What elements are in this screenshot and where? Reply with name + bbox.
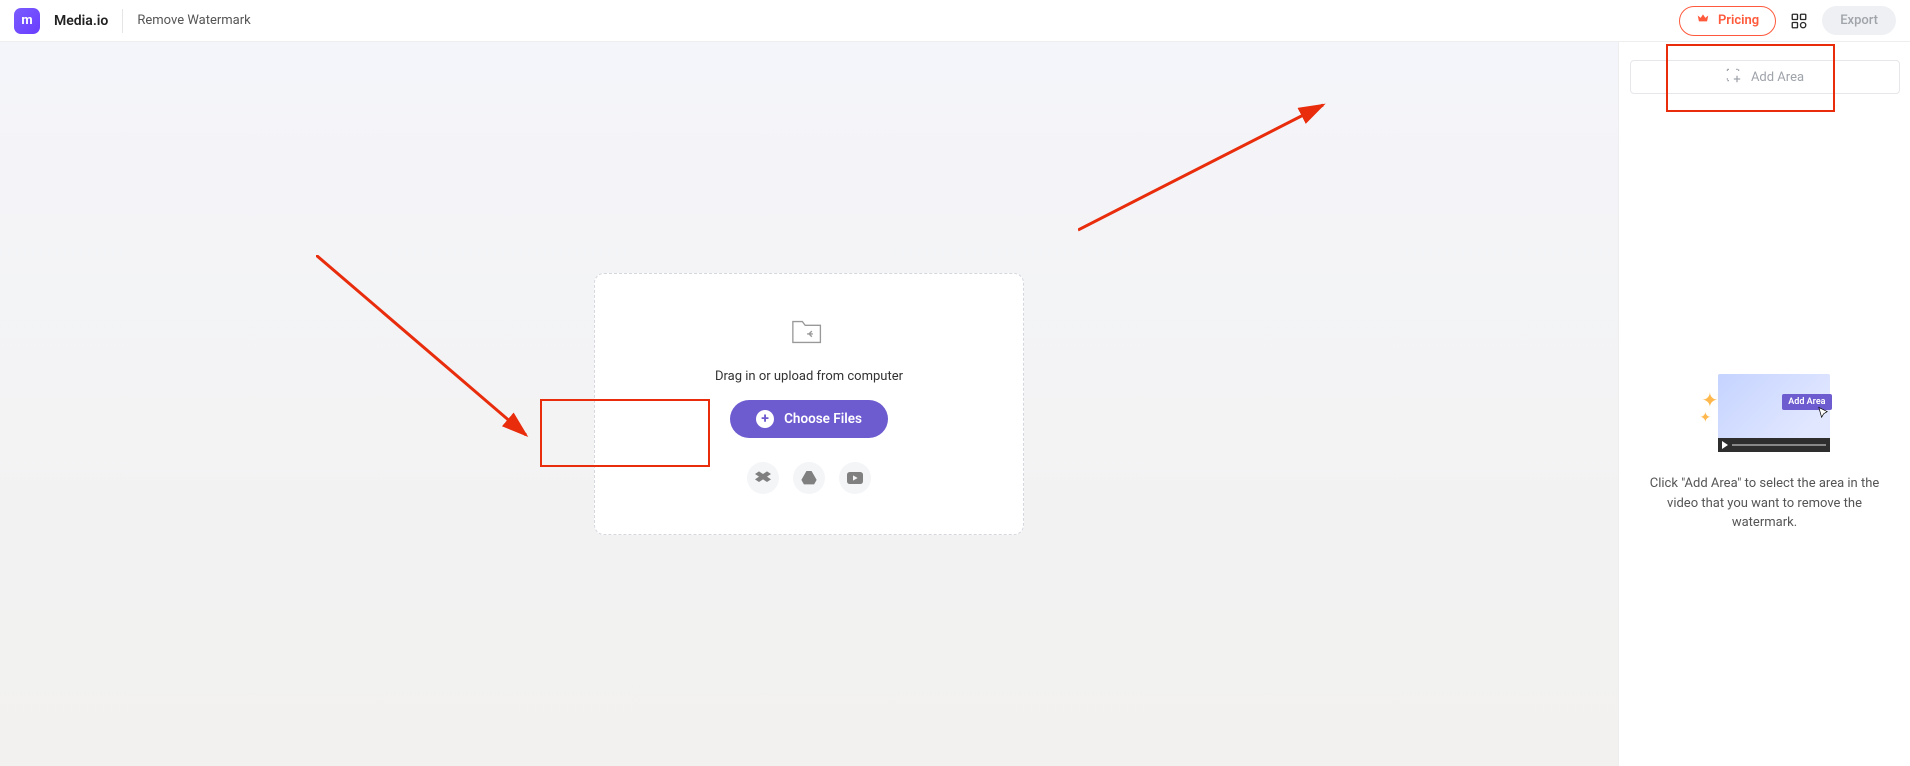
cloud-sources-row [747, 462, 871, 494]
cursor-icon [1816, 406, 1830, 423]
dropbox-icon[interactable] [747, 462, 779, 494]
upload-dropzone[interactable]: Drag in or upload from computer + Choose… [594, 273, 1024, 535]
body-container: Drag in or upload from computer + Choose… [0, 42, 1910, 766]
header-left: m Media.io Remove Watermark [14, 8, 251, 34]
pricing-label: Pricing [1718, 13, 1759, 28]
folder-upload-icon [790, 315, 828, 353]
apps-grid-icon[interactable] [1788, 10, 1810, 32]
app-header: m Media.io Remove Watermark Pricing Expo… [0, 0, 1910, 42]
plus-circle-icon: + [756, 410, 774, 428]
help-instruction-text: Click "Add Area" to select the area in t… [1619, 474, 1910, 533]
illustration-player-bar [1718, 438, 1830, 452]
brand-logo-icon[interactable]: m [14, 8, 40, 34]
add-area-button[interactable]: Add Area [1630, 60, 1900, 94]
selection-marquee-icon [1725, 67, 1741, 87]
upload-hint-text: Drag in or upload from computer [715, 369, 903, 384]
choose-files-label: Choose Files [784, 411, 862, 427]
help-area: ✦ ✦ Add Area Click "Add Area" to select … [1619, 374, 1910, 533]
add-area-label: Add Area [1751, 70, 1804, 85]
pricing-button[interactable]: Pricing [1679, 6, 1776, 36]
google-drive-icon[interactable] [793, 462, 825, 494]
help-illustration: ✦ ✦ Add Area [1700, 374, 1830, 454]
crown-icon [1696, 12, 1710, 30]
right-sidebar: Add Area ✦ ✦ Add Area Click "Add Area" t… [1618, 42, 1910, 766]
choose-files-button[interactable]: + Choose Files [730, 400, 888, 438]
brand-name[interactable]: Media.io [54, 13, 108, 29]
tool-title: Remove Watermark [137, 13, 250, 28]
main-canvas: Drag in or upload from computer + Choose… [0, 42, 1618, 766]
youtube-icon[interactable] [839, 462, 871, 494]
annotation-arrow-2 [1078, 100, 1338, 240]
sparkle-icon: ✦ [1700, 410, 1712, 426]
header-right: Pricing Export [1679, 6, 1896, 36]
sparkle-icon: ✦ [1702, 388, 1719, 412]
export-button: Export [1822, 6, 1896, 35]
header-divider [122, 9, 123, 33]
annotation-arrow-1 [316, 255, 546, 455]
progress-line [1732, 444, 1826, 446]
play-icon [1722, 441, 1728, 449]
export-label: Export [1840, 13, 1878, 28]
